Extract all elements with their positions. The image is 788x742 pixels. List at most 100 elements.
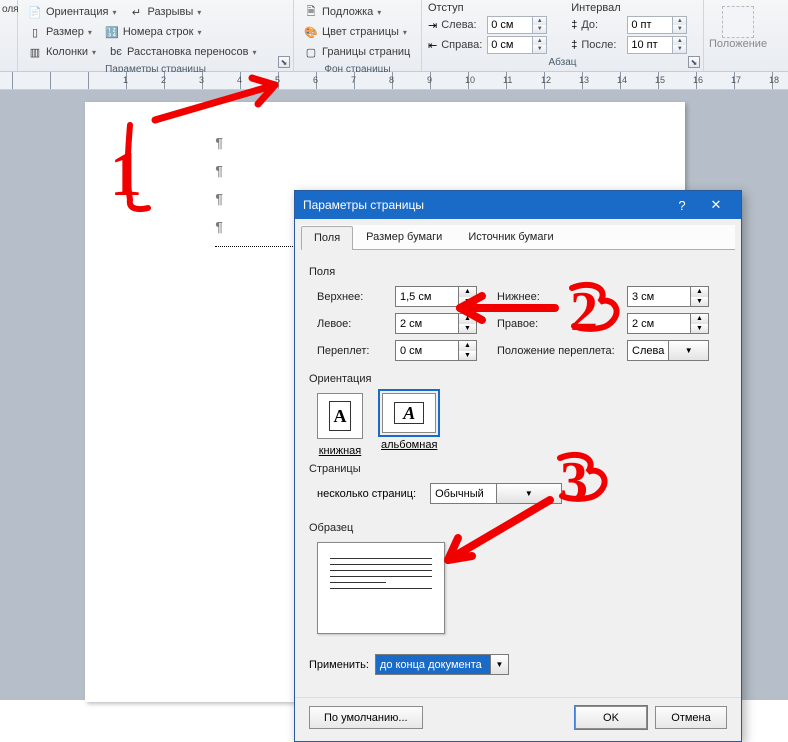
- margin-right-input[interactable]: ▲▼: [627, 313, 709, 334]
- cancel-button[interactable]: Отмена: [655, 706, 727, 729]
- horizontal-ruler[interactable]: 123456789101112131415161718: [0, 72, 788, 90]
- multi-pages-select[interactable]: Обычный▼: [430, 483, 562, 504]
- spin-up-icon[interactable]: ▲: [691, 287, 708, 297]
- indent-left-label: Слева:: [441, 19, 483, 31]
- spin-down-icon[interactable]: ▼: [691, 324, 708, 334]
- line-numbers-button[interactable]: 🔢Номера строк▾: [101, 22, 205, 42]
- breaks-button[interactable]: ↵Разрывы▾: [125, 2, 204, 22]
- spin-up-icon[interactable]: ▲: [459, 341, 476, 351]
- spin-down-icon[interactable]: ▼: [673, 25, 686, 33]
- landscape-icon: A: [394, 402, 424, 424]
- position-button[interactable]: Положение: [710, 2, 766, 54]
- chevron-down-icon: ▾: [252, 48, 256, 57]
- preview-thumbnail: [317, 542, 445, 634]
- spacing-before-label: До:: [581, 19, 623, 31]
- spin-down-icon[interactable]: ▼: [691, 297, 708, 307]
- tab-fields[interactable]: Поля: [301, 226, 353, 250]
- spacing-after-icon: ‡: [571, 39, 577, 51]
- dialog-titlebar[interactable]: Параметры страницы ? ✕: [295, 191, 741, 219]
- spacing-before-input[interactable]: ▲▼: [627, 16, 687, 34]
- hyphenation-button[interactable]: bєРасстановка переносов▾: [105, 42, 260, 62]
- line-numbers-icon: 🔢: [104, 24, 120, 40]
- hyphenation-icon: bє: [108, 44, 124, 60]
- page-borders-icon: ▢: [303, 44, 319, 60]
- chevron-down-icon: ▼: [496, 484, 562, 503]
- margin-bottom-label: Нижнее:: [497, 291, 617, 303]
- section-orientation: Ориентация: [309, 373, 727, 385]
- page-setup-dialog: Параметры страницы ? ✕ Поля Размер бумаг…: [294, 190, 742, 742]
- indent-right-input[interactable]: ▲▼: [487, 36, 547, 54]
- spacing-label: Интервал: [571, 2, 687, 14]
- margins-stub: оля: [0, 0, 18, 71]
- tab-paper-size[interactable]: Размер бумаги: [353, 225, 455, 249]
- position-icon: [722, 6, 754, 38]
- apply-to-select[interactable]: до конца документа ▼: [375, 654, 509, 675]
- size-icon: ▯: [27, 24, 43, 40]
- paragraph-launcher[interactable]: ⬊: [688, 56, 700, 68]
- spin-down-icon[interactable]: ▼: [459, 297, 476, 307]
- spacing-after-label: После:: [581, 39, 623, 51]
- margin-left-input[interactable]: ▲▼: [395, 313, 477, 334]
- chevron-down-icon: ▾: [112, 8, 116, 17]
- breaks-icon: ↵: [128, 4, 144, 20]
- gutter-label: Переплет:: [317, 345, 385, 357]
- page-setup-launcher[interactable]: ⬊: [278, 56, 290, 68]
- chevron-down-icon: ▾: [403, 28, 407, 37]
- chevron-down-icon: ▼: [668, 341, 708, 360]
- indent-left-icon: ⇥: [428, 19, 437, 32]
- section-pages: Страницы: [309, 463, 727, 475]
- orientation-icon: 📄: [27, 4, 43, 20]
- size-button[interactable]: ▯Размер▾: [24, 22, 95, 42]
- portrait-icon: A: [329, 401, 351, 431]
- help-button[interactable]: ?: [665, 198, 699, 213]
- default-button[interactable]: По умолчанию...: [309, 706, 423, 729]
- spin-up-icon[interactable]: ▲: [459, 287, 476, 297]
- spin-up-icon[interactable]: ▲: [459, 314, 476, 324]
- spin-down-icon[interactable]: ▼: [533, 45, 546, 53]
- spin-up-icon[interactable]: ▲: [533, 37, 546, 45]
- orientation-button[interactable]: 📄Ориентация▾: [24, 2, 119, 22]
- spin-down-icon[interactable]: ▼: [533, 25, 546, 33]
- spin-down-icon[interactable]: ▼: [459, 324, 476, 334]
- tab-paper-source[interactable]: Источник бумаги: [455, 225, 566, 249]
- watermark-icon: 🗎: [303, 4, 319, 20]
- gutter-input[interactable]: ▲▼: [395, 340, 477, 361]
- columns-button[interactable]: ▥Колонки▾: [24, 42, 99, 62]
- spin-down-icon[interactable]: ▼: [459, 351, 476, 361]
- indent-left-input[interactable]: ▲▼: [487, 16, 547, 34]
- paragraph-group: Отступ ⇥Слева:▲▼ ⇤Справа:▲▼ Интервал ‡До…: [422, 0, 704, 71]
- chevron-down-icon: ▼: [490, 655, 508, 674]
- indent-label: Отступ: [428, 2, 547, 14]
- indent-right-label: Справа:: [441, 39, 483, 51]
- spacing-before-icon: ‡: [571, 19, 577, 31]
- margin-top-label: Верхнее:: [317, 291, 385, 303]
- spacing-after-input[interactable]: ▲▼: [627, 36, 687, 54]
- spin-up-icon[interactable]: ▲: [673, 17, 686, 25]
- page-borders-button[interactable]: ▢Границы страниц: [300, 42, 415, 62]
- spin-down-icon[interactable]: ▼: [673, 45, 686, 53]
- close-button[interactable]: ✕: [699, 197, 733, 213]
- watermark-button[interactable]: 🗎Подложка▾: [300, 2, 415, 22]
- page-color-button[interactable]: 🎨Цвет страницы▾: [300, 22, 415, 42]
- page-setup-group: 📄Ориентация▾ ↵Разрывы▾ ▯Размер▾ 🔢Номера …: [18, 0, 294, 71]
- gutter-pos-label: Положение переплета:: [497, 345, 617, 357]
- page-background-group: 🗎Подложка▾ 🎨Цвет страницы▾ ▢Границы стра…: [294, 0, 422, 71]
- spin-up-icon[interactable]: ▲: [673, 37, 686, 45]
- dialog-title: Параметры страницы: [303, 198, 424, 212]
- margin-top-input[interactable]: ▲▼: [395, 286, 477, 307]
- columns-icon: ▥: [27, 44, 43, 60]
- ok-button[interactable]: OK: [575, 706, 647, 729]
- multi-pages-label: несколько страниц:: [317, 488, 416, 500]
- chevron-down-icon: ▾: [197, 28, 201, 37]
- spin-up-icon[interactable]: ▲: [533, 17, 546, 25]
- orientation-portrait[interactable]: A книжная: [317, 393, 363, 457]
- section-preview: Образец: [309, 522, 727, 534]
- margin-bottom-input[interactable]: ▲▼: [627, 286, 709, 307]
- chevron-down-icon: ▾: [92, 48, 96, 57]
- chevron-down-icon: ▾: [197, 8, 201, 17]
- orientation-landscape[interactable]: A альбомная: [381, 393, 437, 457]
- page-color-icon: 🎨: [303, 24, 319, 40]
- margin-right-label: Правое:: [497, 318, 617, 330]
- spin-up-icon[interactable]: ▲: [691, 314, 708, 324]
- gutter-pos-select[interactable]: Слева▼: [627, 340, 709, 361]
